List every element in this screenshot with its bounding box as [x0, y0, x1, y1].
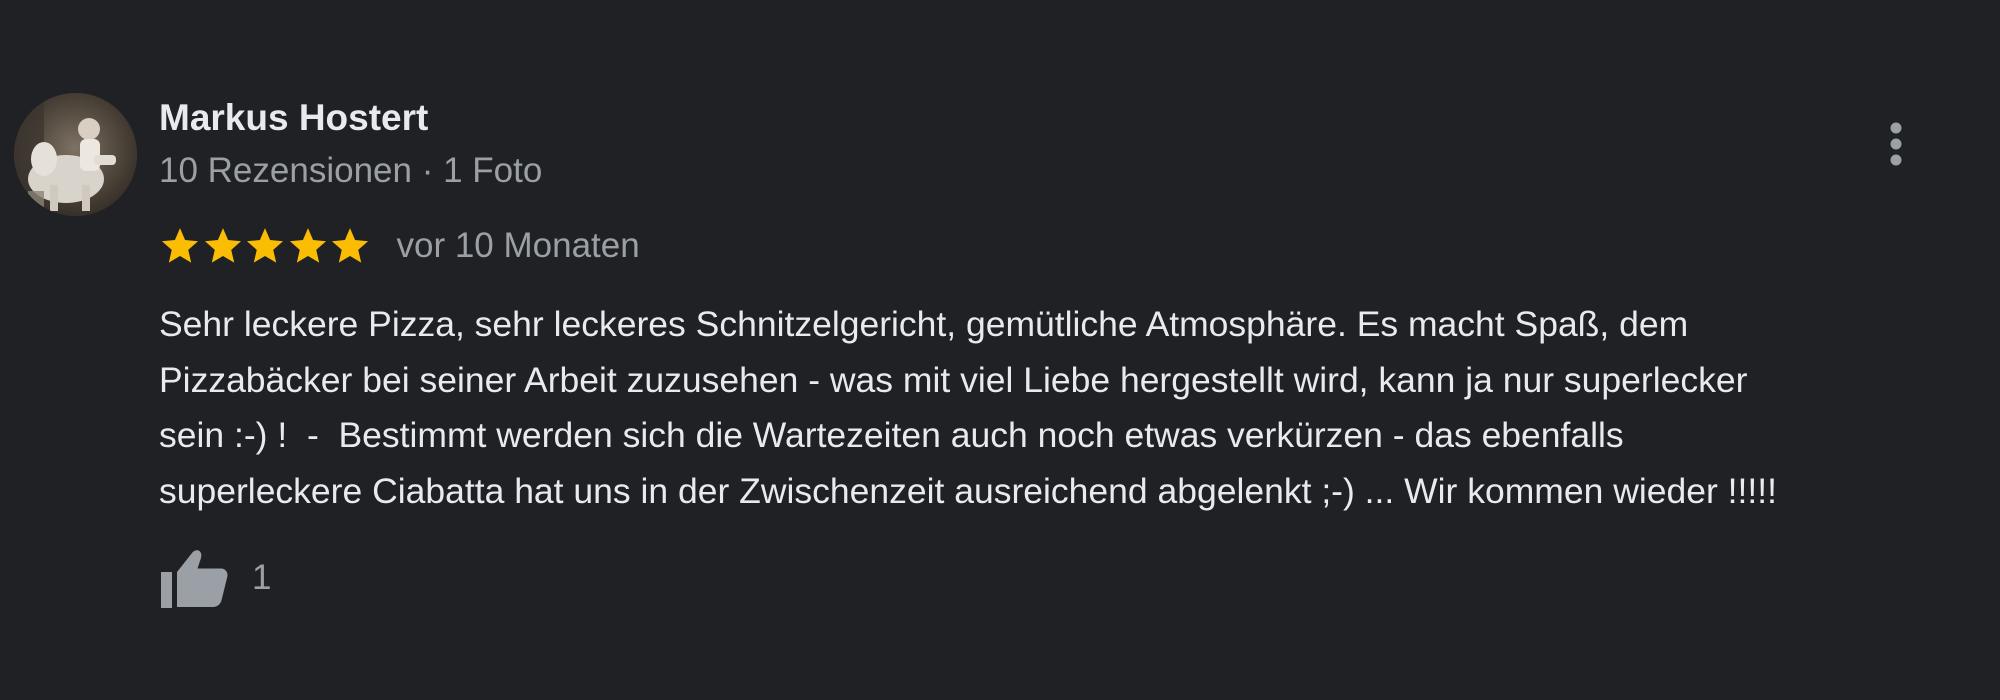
more-options-button[interactable] — [1872, 112, 1920, 176]
author-avatar[interactable] — [14, 93, 137, 216]
star-rating — [159, 225, 372, 267]
star-icon — [287, 225, 329, 267]
review-date: vor 10 Monaten — [396, 226, 640, 265]
author-meta[interactable]: 10 Rezensionen · 1 Foto — [159, 150, 542, 192]
star-icon — [244, 225, 286, 267]
review-card: Markus Hostert 10 Rezensionen · 1 Foto v… — [0, 0, 2000, 700]
like-count: 1 — [252, 558, 272, 597]
thumb-up-icon — [159, 546, 231, 610]
like-button[interactable]: 1 — [159, 546, 271, 610]
star-icon — [202, 225, 244, 267]
rating-row: vor 10 Monaten — [159, 222, 640, 270]
review-text: Sehr leckere Pizza, sehr leckeres Schnit… — [159, 304, 1777, 511]
star-icon — [159, 225, 201, 267]
avatar-photo-icon — [14, 93, 137, 216]
more-vert-icon — [1890, 122, 1902, 166]
author-name[interactable]: Markus Hostert — [159, 96, 428, 140]
star-icon — [329, 225, 371, 267]
